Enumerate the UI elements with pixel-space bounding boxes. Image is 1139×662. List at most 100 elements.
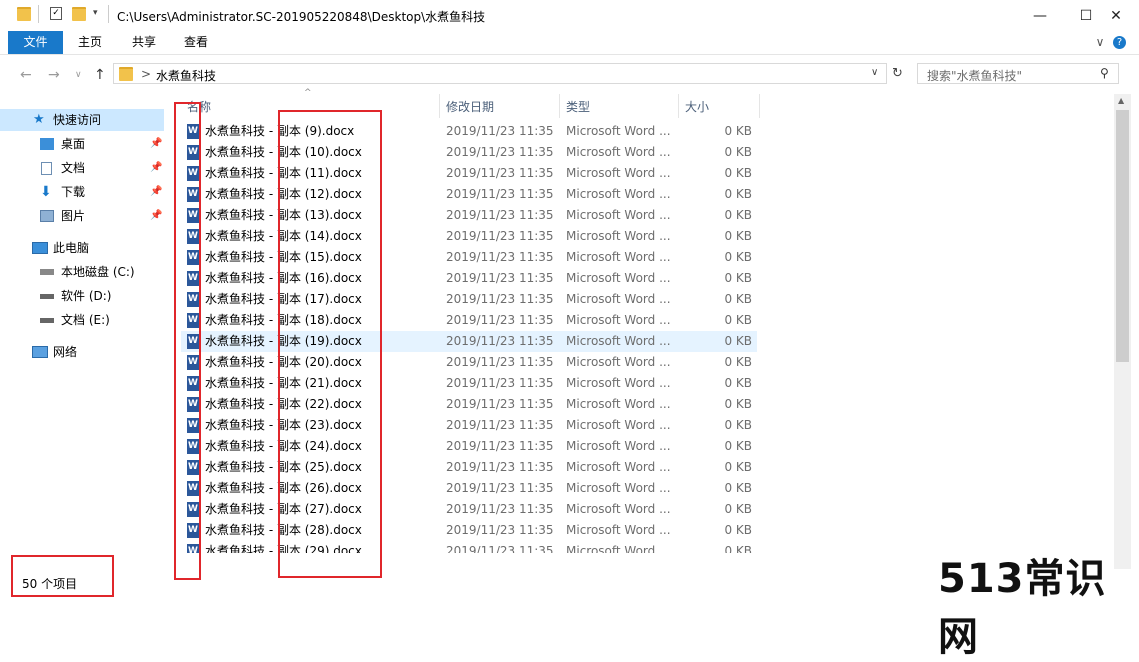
file-date: 2019/11/23 11:35 xyxy=(446,334,554,348)
scrollbar-thumb[interactable] xyxy=(1116,110,1129,362)
tab-share[interactable]: 共享 xyxy=(124,31,164,54)
file-type: Microsoft Word xyxy=(566,565,656,578)
table-row[interactable]: 水煮鱼科技 - 副本 (17).docx2019/11/23 11:35Micr… xyxy=(181,289,757,310)
file-type: Microsoft Word ... xyxy=(566,250,671,264)
back-button[interactable]: ← xyxy=(20,67,32,83)
properties-icon[interactable]: ✓ xyxy=(50,7,62,20)
file-size: 0 KB xyxy=(724,355,752,369)
table-row[interactable]: 水煮鱼科技 - 副本 (30).docx2019/11/23 11:35Micr… xyxy=(181,562,757,578)
table-row[interactable]: 水煮鱼科技 - 副本 (29).docx2019/11/23 11:35Micr… xyxy=(181,541,757,558)
folder-icon xyxy=(119,67,133,81)
customize-quick-access-icon[interactable]: ▾ xyxy=(93,8,98,18)
file-date: 2019/11/23 11:35 xyxy=(446,250,554,264)
file-type: Microsoft Word ... xyxy=(566,271,671,285)
file-size: 0 KB xyxy=(724,229,752,243)
table-row[interactable]: 水煮鱼科技 - 副本 (12).docx2019/11/23 11:35Micr… xyxy=(181,184,757,205)
breadcrumb-separator[interactable]: > xyxy=(141,67,151,81)
table-row[interactable]: 水煮鱼科技 - 副本 (14).docx2019/11/23 11:35Micr… xyxy=(181,226,757,247)
file-date: 2019/11/23 11:35 xyxy=(446,313,554,327)
file-date: 2019/11/23 11:35 xyxy=(446,166,554,180)
file-type: Microsoft Word ... xyxy=(566,229,671,243)
table-row[interactable]: 水煮鱼科技 - 副本 (10).docx2019/11/23 11:35Micr… xyxy=(181,142,757,163)
column-divider[interactable] xyxy=(678,94,679,118)
file-size: 0 KB xyxy=(724,376,752,390)
expand-ribbon-icon[interactable]: ∨ xyxy=(1092,31,1108,54)
table-row[interactable]: 水煮鱼科技 - 副本 (11).docx2019/11/23 11:35Micr… xyxy=(181,163,757,184)
file-type: Microsoft Word ... xyxy=(566,544,671,558)
table-row[interactable]: 水煮鱼科技 - 副本 (19).docx2019/11/23 11:35Micr… xyxy=(181,331,757,352)
file-date: 2019/11/23 11:35 xyxy=(446,565,554,578)
column-header-size[interactable]: 大小 xyxy=(685,97,709,117)
file-size: 0 KB xyxy=(724,439,752,453)
file-date: 2019/11/23 11:35 xyxy=(446,439,554,453)
tab-view[interactable]: 查看 xyxy=(176,31,216,54)
file-date: 2019/11/23 11:35 xyxy=(446,271,554,285)
table-row[interactable]: 水煮鱼科技 - 副本 (18).docx2019/11/23 11:35Micr… xyxy=(181,310,757,331)
window-title: C:\Users\Administrator.SC-201905220848\D… xyxy=(117,10,486,24)
file-date: 2019/11/23 11:35 xyxy=(446,418,554,432)
help-icon[interactable]: ? xyxy=(1113,36,1126,49)
file-date: 2019/11/23 11:35 xyxy=(446,460,554,474)
file-size: 0 KB xyxy=(724,565,752,578)
search-icon[interactable]: ⚲ xyxy=(1100,66,1109,80)
table-row[interactable]: 水煮鱼科技 - 副本 (20).docx2019/11/23 11:35Micr… xyxy=(181,352,757,373)
file-type: Microsoft Word ... xyxy=(566,166,671,180)
table-row[interactable]: 水煮鱼科技 - 副本 (25).docx2019/11/23 11:35Micr… xyxy=(181,457,757,478)
divider xyxy=(108,5,109,23)
file-type: Microsoft Word ... xyxy=(566,397,671,411)
scroll-up-icon[interactable]: ▲ xyxy=(1118,96,1124,105)
table-row[interactable]: 水煮鱼科技 - 副本 (21).docx2019/11/23 11:35Micr… xyxy=(181,373,757,394)
file-type: Microsoft Word ... xyxy=(566,439,671,453)
minimize-button[interactable]: — xyxy=(1017,0,1063,31)
column-header-type[interactable]: 类型 xyxy=(566,97,590,117)
file-date: 2019/11/23 11:35 xyxy=(446,523,554,537)
file-size: 0 KB xyxy=(724,544,752,558)
file-size: 0 KB xyxy=(724,523,752,537)
file-date: 2019/11/23 11:35 xyxy=(446,481,554,495)
recent-locations-icon[interactable]: ∨ xyxy=(75,70,82,80)
breadcrumb-item[interactable]: 水煮鱼科技 xyxy=(156,67,216,84)
column-header-date[interactable]: 修改日期 xyxy=(446,97,494,117)
ribbon-tabs: 文件 主页 共享 查看 ∨ ? xyxy=(0,31,1139,55)
table-row[interactable]: 水煮鱼科技 - 副本 (28).docx2019/11/23 11:35Micr… xyxy=(181,520,757,541)
file-size: 0 KB xyxy=(724,313,752,327)
address-dropdown-icon[interactable]: ∨ xyxy=(871,67,878,78)
column-divider[interactable] xyxy=(559,94,560,118)
file-date: 2019/11/23 11:35 xyxy=(446,124,554,138)
file-size: 0 KB xyxy=(724,418,752,432)
file-date: 2019/11/23 11:35 xyxy=(446,187,554,201)
table-row[interactable]: 水煮鱼科技 - 副本 (23).docx2019/11/23 11:35Micr… xyxy=(181,415,757,436)
column-divider[interactable] xyxy=(439,94,440,118)
up-button[interactable]: ↑ xyxy=(94,67,106,83)
table-row[interactable]: 水煮鱼科技 - 副本 (16).docx2019/11/23 11:35Micr… xyxy=(181,268,757,289)
divider xyxy=(38,5,39,23)
file-date: 2019/11/23 11:35 xyxy=(446,229,554,243)
file-size: 0 KB xyxy=(724,271,752,285)
address-bar[interactable]: > 水煮鱼科技 ∨ xyxy=(113,63,887,84)
forward-button[interactable]: → xyxy=(48,67,60,83)
file-type: Microsoft Word ... xyxy=(566,145,671,159)
table-row[interactable]: 水煮鱼科技 - 副本 (22).docx2019/11/23 11:35Micr… xyxy=(181,394,757,415)
status-item-count: 50 个项目 xyxy=(22,577,78,591)
column-divider[interactable] xyxy=(759,94,760,118)
search-box[interactable]: 搜索"水煮鱼科技" ⚲ xyxy=(917,63,1119,84)
file-type: Microsoft Word ... xyxy=(566,187,671,201)
refresh-button[interactable]: ↻ xyxy=(892,66,903,81)
table-row[interactable]: 水煮鱼科技 - 副本 (24).docx2019/11/23 11:35Micr… xyxy=(181,436,757,457)
table-row[interactable]: 水煮鱼科技 - 副本 (27).docx2019/11/23 11:35Micr… xyxy=(181,499,757,520)
file-size: 0 KB xyxy=(724,292,752,306)
sort-ascending-icon: ^ xyxy=(304,88,312,98)
file-date: 2019/11/23 11:35 xyxy=(446,355,554,369)
table-row[interactable]: 水煮鱼科技 - 副本 (13).docx2019/11/23 11:35Micr… xyxy=(181,205,757,226)
table-row[interactable]: 水煮鱼科技 - 副本 (9).docx2019/11/23 11:35Micro… xyxy=(181,121,757,142)
table-row[interactable]: 水煮鱼科技 - 副本 (26).docx2019/11/23 11:35Micr… xyxy=(181,478,757,499)
search-input[interactable]: 搜索"水煮鱼科技" xyxy=(927,67,1022,84)
file-date: 2019/11/23 11:35 xyxy=(446,145,554,159)
close-button[interactable]: ✕ xyxy=(1093,0,1139,31)
file-type: Microsoft Word ... xyxy=(566,334,671,348)
file-size: 0 KB xyxy=(724,334,752,348)
table-row[interactable]: 水煮鱼科技 - 副本 (15).docx2019/11/23 11:35Micr… xyxy=(181,247,757,268)
new-folder-icon[interactable] xyxy=(72,7,86,21)
tab-file[interactable]: 文件 xyxy=(8,31,63,54)
tab-home[interactable]: 主页 xyxy=(70,31,110,54)
